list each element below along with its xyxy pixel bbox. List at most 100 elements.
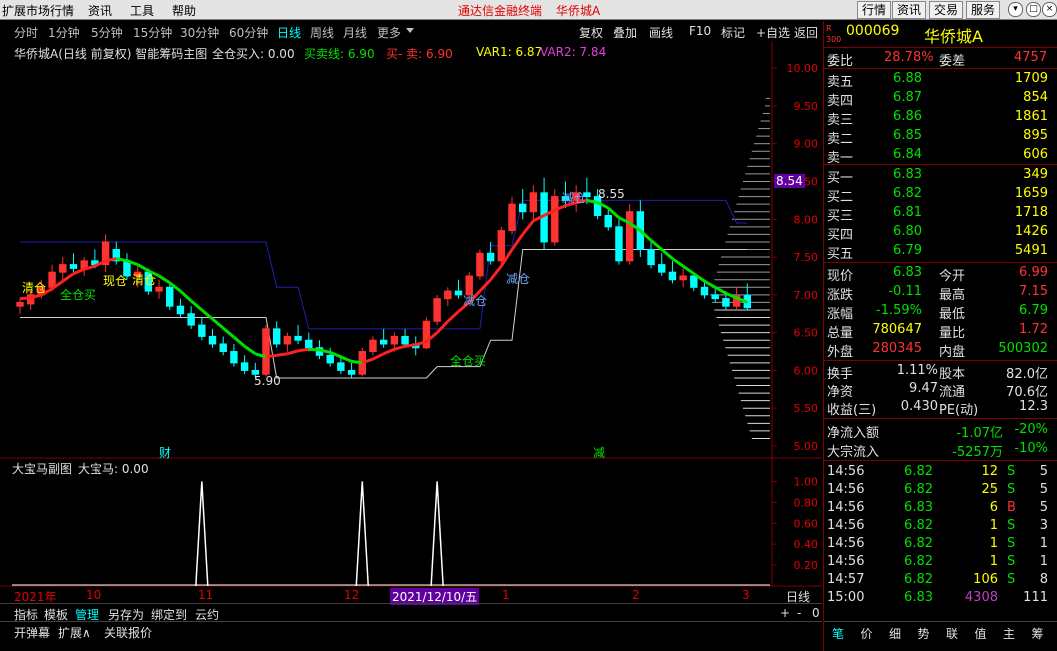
stat-label: 最高: [939, 288, 966, 303]
quote-button[interactable]: 行情: [857, 1, 892, 19]
quote-tab[interactable]: 主: [1003, 625, 1015, 642]
period-5min[interactable]: 5分钟: [91, 24, 123, 41]
linked-quote-button[interactable]: 关联报价: [104, 624, 152, 641]
candle-body: [658, 264, 666, 273]
extend-button[interactable]: 扩展∧: [58, 624, 91, 641]
tick-time: 14:56: [827, 536, 865, 551]
back-button[interactable]: 返回: [794, 24, 818, 41]
quote-panel: R 300 000069 华侨城A 委比 28.78% 委差 4757 卖五 6.8…: [823, 21, 1057, 651]
service-button[interactable]: 服务: [966, 1, 1001, 19]
period-monthly[interactable]: 月线: [343, 24, 367, 41]
period-minute-chart[interactable]: 分时: [14, 24, 38, 41]
buy-sell-segment: [72, 267, 85, 276]
add-favorite-button[interactable]: +自选: [756, 24, 790, 41]
minimize-icon[interactable]: ▾: [1008, 2, 1023, 17]
quote-tab[interactable]: 值: [975, 625, 987, 642]
menu-news[interactable]: 资讯: [88, 2, 112, 19]
tick-count: 5: [1039, 464, 1048, 479]
buy-sell-segment: [340, 355, 353, 363]
fin-label: 净资: [827, 385, 854, 400]
quote-tab[interactable]: 细: [889, 625, 901, 642]
buy-sell-segment: [671, 257, 684, 268]
flow-label: 净流入额: [827, 426, 880, 441]
buy-sell-segment: [521, 219, 535, 236]
f10-button[interactable]: F10: [689, 24, 711, 38]
app-title: 通达信金融终端: [458, 4, 543, 18]
candle-body: [240, 362, 249, 371]
draw-line-button[interactable]: 画线: [649, 24, 673, 41]
maximize-icon[interactable]: □: [1026, 2, 1041, 17]
price-tick-label: 9.50: [794, 100, 819, 113]
quote-tab[interactable]: 势: [918, 625, 930, 642]
zoom-in-button[interactable]: +: [780, 606, 790, 620]
period-60min[interactable]: 60分钟: [229, 24, 268, 41]
stat-label: 涨幅: [827, 307, 854, 322]
period-1min[interactable]: 1分钟: [48, 24, 80, 41]
stat-value: 6.99: [1019, 265, 1048, 280]
period-more[interactable]: 更多: [377, 24, 401, 41]
stock-code: 000069: [846, 23, 900, 39]
stat-value: 6.79: [1019, 303, 1048, 318]
menu-help[interactable]: 帮助: [172, 2, 196, 19]
period-weekly[interactable]: 周线: [310, 24, 334, 41]
buy-level-volume: 1659: [1014, 186, 1048, 201]
period-30min[interactable]: 30分钟: [180, 24, 219, 41]
candle-body: [401, 335, 409, 345]
buy-level-volume: 1718: [1014, 205, 1048, 220]
stat-value: 1.72: [1019, 322, 1048, 337]
sub-tick-label: 0.40: [794, 538, 819, 551]
stat-label: 今开: [939, 269, 966, 284]
sub-tick-label: 0.60: [794, 517, 819, 530]
quote-tab[interactable]: 笔: [832, 625, 844, 642]
quote-tab[interactable]: 筹: [1032, 625, 1044, 642]
danmaku-button[interactable]: 开弹幕: [14, 624, 50, 641]
overlay-button[interactable]: 叠加: [613, 24, 637, 41]
quote-tab[interactable]: 联: [946, 625, 958, 642]
indicator-tabs: 指标 模板 管理 另存为 绑定到 云约 + - 0: [0, 603, 822, 622]
trade-button[interactable]: 交易: [929, 1, 964, 19]
stat-value: 7.15: [1019, 284, 1048, 299]
sub-tick-label: 1.00: [794, 475, 819, 488]
buy-level-label: 买五: [827, 247, 854, 262]
sell-level-volume: 1709: [1014, 71, 1048, 86]
flow-percent: -20%: [1014, 422, 1048, 437]
buy-sell-segment: [276, 352, 288, 357]
tick-price: 6.82: [904, 554, 933, 569]
stock-name: 华侨城A: [924, 27, 983, 46]
period-15min[interactable]: 15分钟: [133, 24, 172, 41]
candle-body: [166, 286, 174, 307]
tick-price: 6.83: [904, 500, 933, 515]
buy-sell-segment: [510, 233, 524, 251]
kline-chart[interactable]: 10.009.509.008.508.007.507.006.506.005.5…: [0, 41, 822, 611]
buy-sell-segment: [393, 344, 406, 351]
price-tick-label: 9.00: [794, 138, 819, 151]
candle-body: [219, 343, 227, 353]
zoom-out-button[interactable]: -: [797, 606, 801, 620]
buy-sell-segment: [682, 264, 695, 275]
buy-sell-segment: [446, 310, 460, 323]
tick-count: 111: [1023, 590, 1048, 605]
wb-value: 28.78%: [884, 50, 934, 65]
dropdown-arrow-icon[interactable]: [406, 28, 414, 33]
menu-extended-market[interactable]: 扩展市场行情: [2, 2, 74, 19]
flow-value: -1.07亿: [956, 426, 1003, 441]
tick-price: 6.82: [904, 464, 933, 479]
news-button[interactable]: 资讯: [892, 1, 927, 19]
adjust-button[interactable]: 复权: [579, 24, 603, 41]
quote-tab[interactable]: 价: [861, 625, 873, 642]
zoom-reset-button[interactable]: 0: [812, 606, 820, 620]
tick-time: 14:56: [827, 500, 865, 515]
flow-value: -5257万: [952, 445, 1003, 460]
sub-tick-label: 0.80: [794, 496, 819, 509]
candle-body: [497, 230, 506, 262]
quote-tabs: 笔价细势联值主筹: [824, 621, 1057, 642]
sell-level-label: 卖二: [827, 132, 854, 147]
candle-body: [305, 339, 313, 349]
mark-button[interactable]: 标记: [721, 24, 745, 41]
menu-tools[interactable]: 工具: [130, 2, 154, 19]
period-daily[interactable]: 日线: [277, 24, 301, 41]
buy-level-price: 6.82: [893, 186, 922, 201]
fin-value: 0.430: [900, 399, 938, 414]
chart-grid: [0, 41, 822, 587]
close-icon[interactable]: ×: [1042, 2, 1057, 17]
